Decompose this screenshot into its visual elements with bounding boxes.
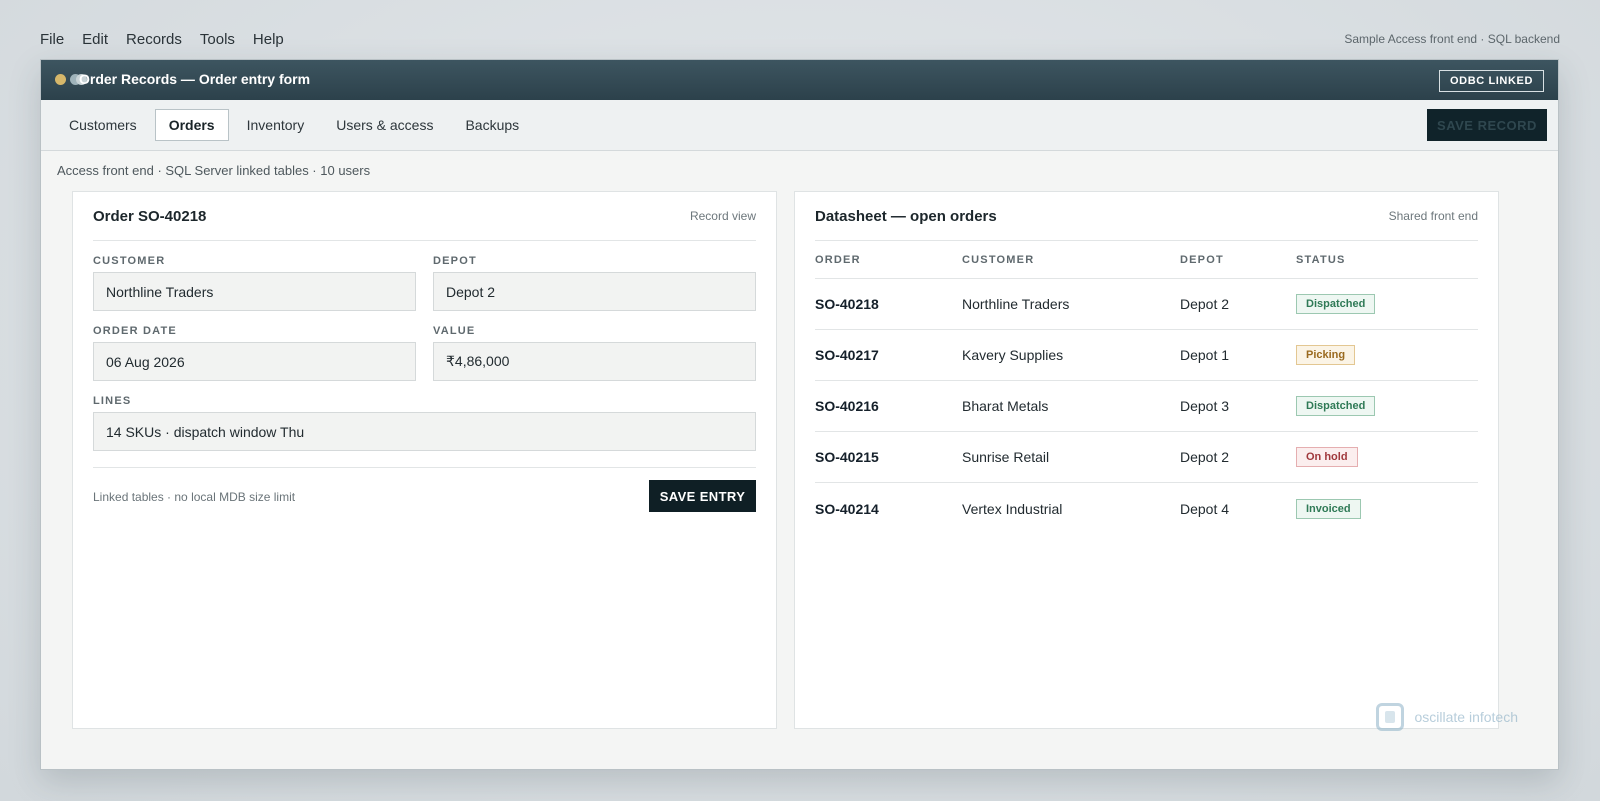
order-form-panel: Order SO-40218 Record view CUSTOMER Nort…: [72, 191, 777, 729]
menu-tools[interactable]: Tools: [200, 31, 235, 48]
depot-name: Depot 3: [1180, 398, 1230, 414]
window-dot-icon[interactable]: [55, 74, 66, 85]
tab-customers[interactable]: Customers: [55, 109, 151, 141]
form-divider: [93, 467, 756, 468]
table-row[interactable]: SO-40214 Vertex Industrial Depot 4 Invoi…: [815, 483, 1478, 534]
datasheet-header: Datasheet — open orders Shared front end: [815, 192, 1478, 241]
depot-name: Depot 2: [1180, 449, 1230, 465]
tab-orders[interactable]: Orders: [154, 109, 229, 141]
customer-label: CUSTOMER: [93, 255, 166, 267]
order-date-label: ORDER DATE: [93, 325, 177, 337]
depot-name: Depot 4: [1180, 500, 1230, 517]
table-row[interactable]: SO-40216 Bharat Metals Depot 3 Dispatche…: [815, 381, 1478, 432]
window-title: Order Records — Order entry form: [79, 71, 311, 87]
order-id: SO-40215: [815, 449, 879, 465]
customer-name: Bharat Metals: [962, 398, 1049, 414]
save-record-button[interactable]: SAVE RECORD: [1427, 109, 1547, 141]
datasheet-title: Datasheet — open orders: [815, 207, 997, 225]
depot-field[interactable]: Depot 2: [433, 272, 756, 311]
status-line: Access front end · SQL Server linked tab…: [57, 163, 371, 178]
depot-name: Depot 1: [1180, 347, 1230, 363]
datasheet-panel: Datasheet — open orders Shared front end…: [794, 191, 1499, 729]
customer-name: Kavery Supplies: [962, 347, 1064, 363]
save-entry-button[interactable]: SAVE ENTRY: [649, 480, 756, 512]
title-bar: Order Records — Order entry form ODBC LI…: [41, 60, 1558, 100]
app-description: Sample Access front end · SQL backend: [1344, 32, 1560, 46]
order-id: SO-40218: [815, 296, 879, 312]
order-id: SO-40214: [815, 500, 879, 517]
order-id: SO-40216: [815, 398, 879, 414]
form-view-note: Record view: [689, 209, 756, 223]
tab-bar: Customers Orders Inventory Users & acces…: [41, 100, 1558, 151]
depot-name: Depot 2: [1180, 296, 1230, 312]
customer-name: Sunrise Retail: [962, 449, 1050, 465]
status-badge: Dispatched: [1296, 396, 1376, 416]
status-badge: Invoiced: [1296, 498, 1361, 519]
table-header-row: ORDER CUSTOMER DEPOT STATUS: [815, 242, 1478, 279]
odbc-status-badge: ODBC LINKED: [1439, 70, 1544, 92]
column-header-status[interactable]: STATUS: [1296, 254, 1478, 266]
watermark-text: oscillate infotech: [1414, 709, 1518, 725]
menu-help[interactable]: Help: [253, 31, 284, 48]
status-badge: Dispatched: [1296, 294, 1376, 314]
tab-users-access[interactable]: Users & access: [322, 109, 447, 141]
order-id: SO-40217: [815, 347, 879, 363]
table-row[interactable]: SO-40217 Kavery Supplies Depot 1 Picking: [815, 330, 1478, 381]
menu-bar: File Edit Records Tools Help Sample Acce…: [40, 28, 1560, 50]
order-date-field[interactable]: 06 Aug 2026: [93, 342, 416, 381]
form-footnote: Linked tables · no local MDB size limit: [93, 490, 296, 504]
status-badge: On hold: [1296, 447, 1358, 467]
customer-name: Vertex Industrial: [962, 500, 1063, 517]
form-header: Order SO-40218 Record view: [93, 192, 756, 241]
customer-name: Northline Traders: [962, 296, 1070, 312]
tab-inventory[interactable]: Inventory: [233, 109, 319, 141]
watermark-logo-icon: [1376, 703, 1405, 731]
app-window: Order Records — Order entry form ODBC LI…: [40, 59, 1559, 770]
orders-table: ORDER CUSTOMER DEPOT STATUS SO-40218 Nor…: [815, 242, 1478, 534]
value-label: VALUE: [433, 325, 476, 337]
watermark: oscillate infotech: [1376, 703, 1518, 731]
table-row[interactable]: SO-40218 Northline Traders Depot 2 Dispa…: [815, 279, 1478, 330]
customer-field[interactable]: Northline Traders: [93, 272, 416, 311]
depot-label: DEPOT: [433, 255, 477, 267]
table-row[interactable]: SO-40215 Sunrise Retail Depot 2 On hold: [815, 432, 1478, 483]
column-header-customer[interactable]: CUSTOMER: [962, 254, 1180, 266]
menu-records[interactable]: Records: [126, 31, 182, 48]
status-badge: Picking: [1296, 345, 1356, 365]
form-title: Order SO-40218: [93, 207, 207, 225]
tab-backups[interactable]: Backups: [451, 109, 533, 141]
column-header-depot[interactable]: DEPOT: [1180, 254, 1296, 266]
menu-edit[interactable]: Edit: [82, 31, 108, 48]
lines-label: LINES: [93, 395, 132, 407]
value-field[interactable]: ₹4,86,000: [433, 342, 756, 381]
datasheet-note: Shared front end: [1388, 209, 1478, 223]
column-header-order[interactable]: ORDER: [815, 254, 962, 266]
menu-file[interactable]: File: [40, 31, 64, 48]
lines-field[interactable]: 14 SKUs · dispatch window Thu: [93, 412, 756, 451]
